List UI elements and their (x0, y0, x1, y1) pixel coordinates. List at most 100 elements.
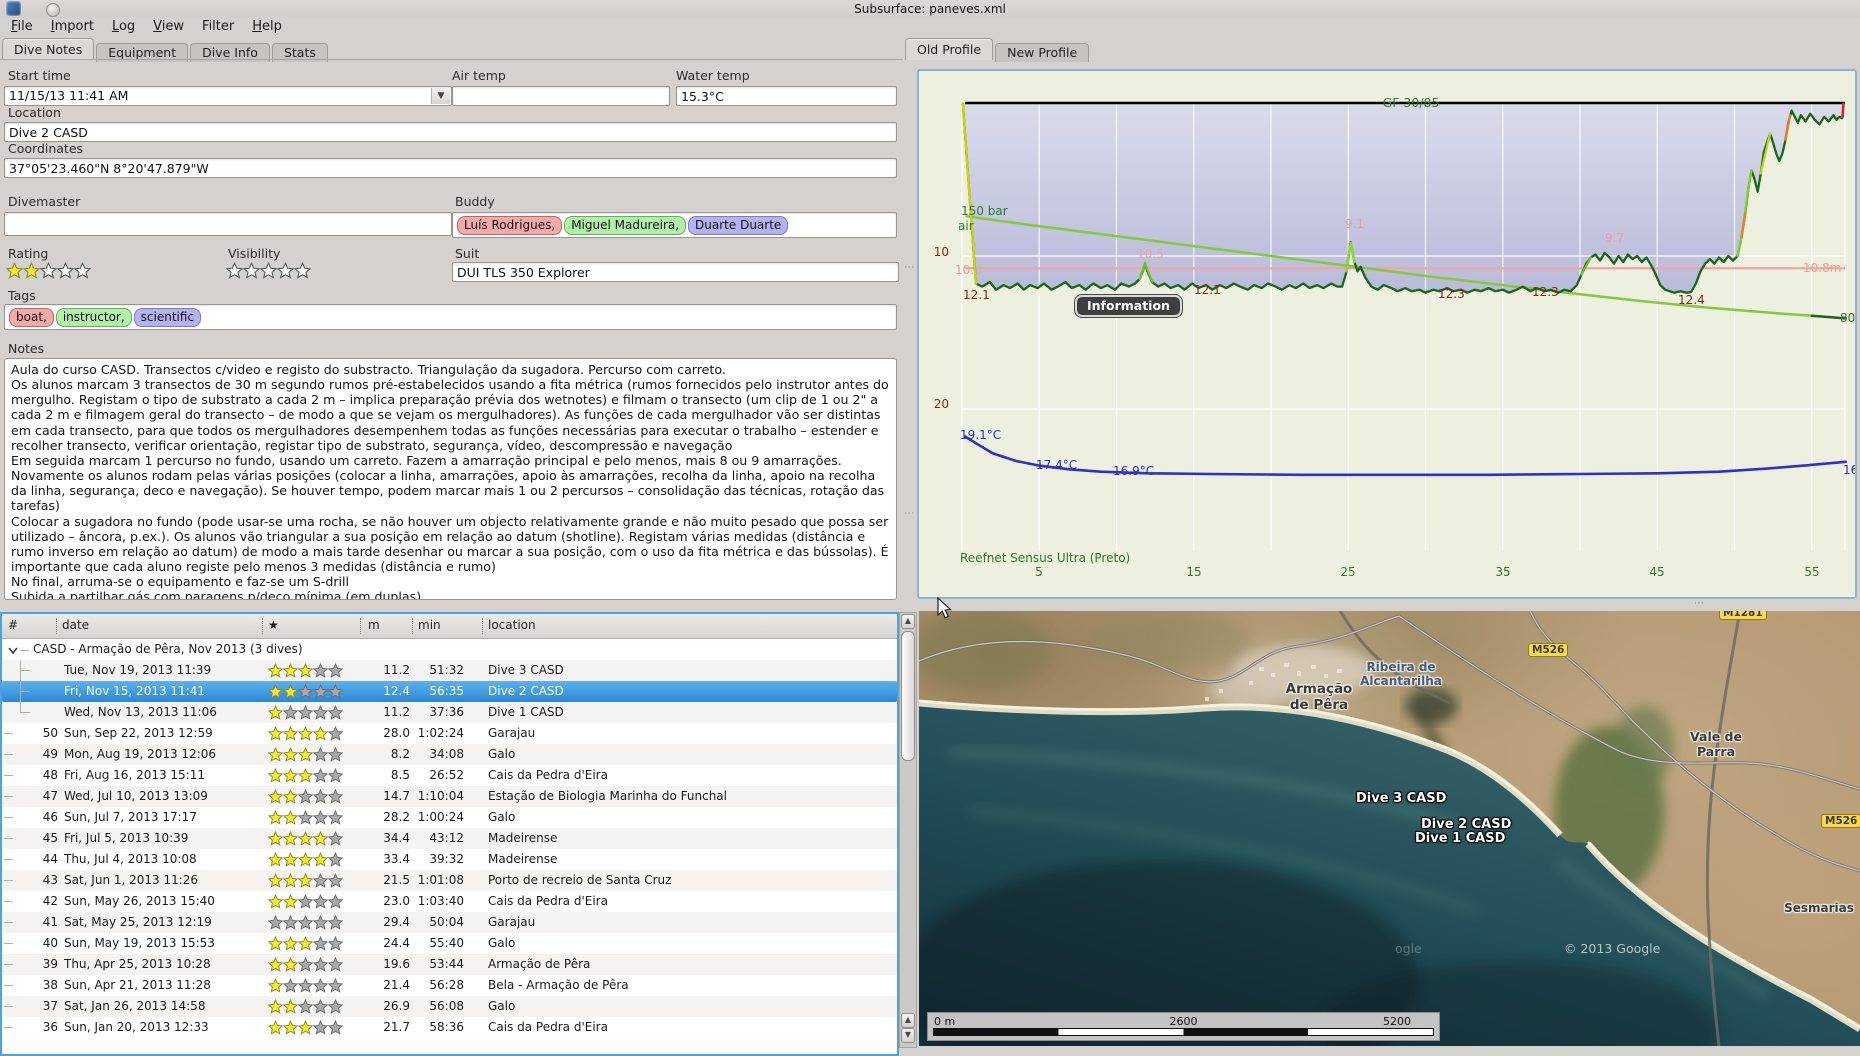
buddy-pill[interactable]: Duarte Duarte (688, 215, 789, 235)
dive-row[interactable]: 49 Mon, Aug 19, 2013 12:06 8.2 34:08 Galo (2, 744, 897, 765)
star-empty-icon (243, 262, 260, 279)
column-separator (482, 618, 483, 634)
scroll-up-icon[interactable]: ▲ (901, 614, 915, 629)
menu-view[interactable]: View (144, 18, 193, 35)
tag-pill[interactable]: instructor, (55, 307, 132, 327)
star-empty-icon (328, 915, 343, 930)
dive-location: Madeirense (488, 831, 558, 845)
star-empty-icon (313, 684, 328, 699)
dive-row[interactable]: 36 Sun, Jan 20, 2013 12:33 21.7 58:36 Cais d… (2, 1017, 897, 1038)
information-tooltip[interactable]: Information (1075, 295, 1182, 317)
buddy-pill[interactable]: Luís Rodrigues, (457, 215, 563, 235)
dive-row-selected[interactable]: Fri, Nov 15, 2013 11:41 12.4 56:35 Dive 2 C… (2, 681, 897, 702)
dive-depth: 8.2 (390, 747, 410, 761)
dive-list-table[interactable]: # date ★ m min location CASD - Armação d… (0, 612, 899, 1056)
notes-textarea[interactable]: Aula do curso CASD. Transectos c/video e… (4, 358, 897, 600)
dive-date: Sun, May 19, 2013 15:53 (64, 936, 215, 950)
col-header-num[interactable]: # (8, 618, 18, 632)
dive-rating-stars (268, 999, 343, 1014)
dive-row[interactable]: 39 Thu, Apr 25, 2013 10:28 19.6 53:44 Armaçã… (2, 954, 897, 975)
dive-date: Tue, Nov 19, 2013 11:39 (64, 663, 212, 677)
trip-group-row[interactable]: CASD - Armação de Pêra, Nov 2013 (3 dive… (2, 639, 897, 660)
dive-site-marker[interactable]: Dive 1 CASD (1415, 831, 1505, 846)
dive-row[interactable]: 42 Sun, May 26, 2013 15:40 23.0 1:03:40 Cais… (2, 891, 897, 912)
dive-row[interactable]: 43 Sat, Jun 1, 2013 11:26 21.5 1:01:08 Porto… (2, 870, 897, 891)
chevron-down-icon[interactable]: ▼ (431, 88, 450, 104)
star-empty-icon (328, 663, 343, 678)
menu-help[interactable]: Help (243, 18, 291, 35)
coordinates-input[interactable] (4, 158, 897, 178)
col-header-depth[interactable]: m (368, 618, 380, 632)
tag-pill[interactable]: scientific (133, 307, 202, 327)
visibility-stars[interactable] (226, 262, 311, 279)
star-empty-icon (40, 262, 57, 279)
buddy-pill[interactable]: Miguel Madureira, (564, 215, 687, 235)
dive-number: 48 (42, 768, 58, 782)
menu-log[interactable]: Log (103, 18, 144, 35)
star-filled-icon (298, 852, 313, 867)
star-empty-icon (260, 262, 277, 279)
dive-number: 42 (42, 894, 58, 908)
air-temp-input[interactable] (452, 86, 670, 106)
dive-row[interactable]: 45 Fri, Jul 5, 2013 10:39 34.4 43:12 Madeire… (2, 828, 897, 849)
divemaster-input[interactable] (4, 212, 452, 236)
star-empty-icon (283, 705, 298, 720)
horizontal-splitter[interactable]: ⋯ (1694, 598, 1705, 609)
menu-import[interactable]: Import (42, 18, 103, 35)
tags-input[interactable]: boat, instructor, scientific (4, 304, 897, 330)
col-header-duration[interactable]: min (418, 618, 441, 632)
menu-filter[interactable]: Filter (193, 18, 243, 35)
buddy-input[interactable]: Luís Rodrigues, Miguel Madureira, Duarte… (452, 212, 897, 238)
suit-input[interactable] (452, 262, 899, 282)
dive-site-marker[interactable]: Dive 3 CASD (1356, 791, 1446, 806)
scrollbar-thumb[interactable] (901, 631, 915, 761)
dive-row[interactable]: 38 Sun, Apr 21, 2013 11:28 21.4 56:28 Bela -… (2, 975, 897, 996)
dive-row[interactable]: 44 Thu, Jul 4, 2013 10:08 33.4 39:32 Madeire… (2, 849, 897, 870)
time-tick: 5 (1035, 565, 1043, 579)
location-input[interactable] (4, 122, 897, 142)
dive-row[interactable]: 47 Wed, Jul 10, 2013 13:09 14.7 1:10:04 Esta… (2, 786, 897, 807)
scroll-down-icon[interactable]: ▼ (901, 1028, 915, 1043)
peak-annotation: 9.1 (1345, 217, 1365, 231)
dive-date: Sun, Apr 21, 2013 11:28 (64, 978, 211, 992)
dive-date: Thu, Jul 4, 2013 10:08 (64, 852, 197, 866)
dive-row[interactable]: 41 Sat, May 25, 2013 12:19 29.4 50:04 Garaja… (2, 912, 897, 933)
dive-duration: 56:35 (429, 684, 464, 698)
dive-location: Estação de Biologia Marinha do Funchal (488, 789, 727, 803)
dive-row[interactable]: 50 Sun, Sep 22, 2013 12:59 28.0 1:02:24 Gara… (2, 723, 897, 744)
star-filled-icon (283, 831, 298, 846)
col-header-rating[interactable]: ★ (268, 618, 279, 632)
dive-depth: 34.4 (383, 831, 410, 845)
water-temp-input[interactable] (676, 86, 897, 106)
dive-row[interactable]: 37 Sat, Jan 26, 2013 14:58 26.9 56:08 Galo (2, 996, 897, 1017)
dive-profile-chart[interactable]: 10.8 GF 30/85 150 bar air 10 20 12.1 12.… (917, 69, 1857, 599)
tab-old-profile[interactable]: Old Profile (905, 38, 994, 60)
col-header-date[interactable]: date (62, 618, 89, 632)
col-header-location[interactable]: location (488, 618, 536, 632)
star-empty-icon (328, 726, 343, 741)
dive-row[interactable]: Wed, Nov 13, 2013 11:06 11.2 37:36 Dive 1 C… (2, 702, 897, 723)
rating-stars[interactable] (6, 262, 91, 279)
star-filled-icon (313, 852, 328, 867)
tab-dive-notes[interactable]: Dive Notes (2, 38, 95, 60)
dive-row[interactable]: Tue, Nov 19, 2013 11:39 11.2 51:32 Dive 3 C… (2, 660, 897, 681)
dive-site-marker[interactable]: Dive 2 CASD (1421, 817, 1511, 832)
star-filled-icon (268, 810, 283, 825)
dive-row[interactable]: 46 Sun, Jul 7, 2013 17:17 28.2 1:00:24 Galo (2, 807, 897, 828)
tag-pill[interactable]: boat, (9, 307, 54, 327)
dive-duration: 50:04 (429, 915, 464, 929)
dive-list-scrollbar[interactable]: ▲ ▲ ▼ (899, 612, 917, 1048)
dive-row[interactable]: 48 Fri, Aug 16, 2013 15:11 8.5 26:52 Cais da… (2, 765, 897, 786)
dive-location: Porto de recreio de Santa Cruz (488, 873, 672, 887)
scroll-up-icon[interactable]: ▲ (901, 1013, 915, 1028)
tab-new-profile[interactable]: New Profile (995, 43, 1090, 62)
star-empty-icon (328, 789, 343, 804)
star-empty-icon (283, 978, 298, 993)
star-empty-icon (313, 768, 328, 783)
star-empty-icon (328, 684, 343, 699)
dive-row[interactable]: 40 Sun, May 19, 2013 15:53 24.4 55:40 Galo (2, 933, 897, 954)
start-time-input[interactable]: 11/15/13 11:41 AM ▼ (4, 86, 452, 106)
dive-site-map[interactable]: Armação de Pêra Ribeira de Alcantarilha Va… (919, 611, 1860, 1046)
collapse-arrow-icon[interactable] (6, 643, 20, 657)
menu-file[interactable]: File (2, 18, 42, 35)
